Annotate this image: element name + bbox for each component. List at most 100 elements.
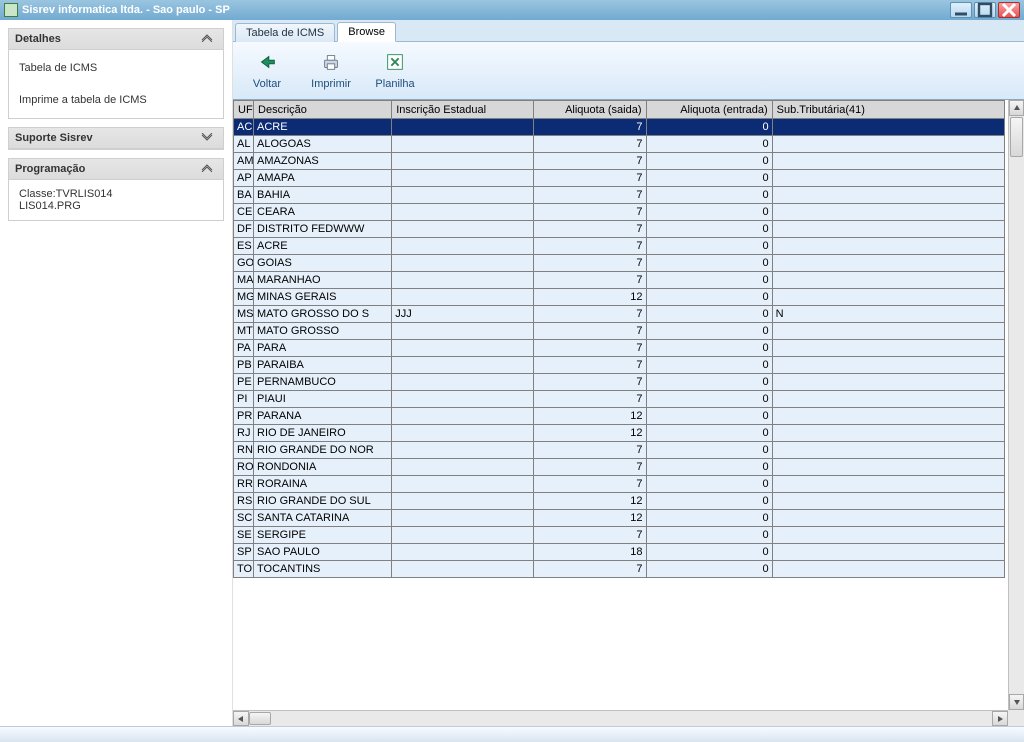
cell-desc[interactable]: SERGIPE (254, 527, 392, 544)
cell-sub[interactable] (772, 187, 1004, 204)
cell-insc[interactable] (392, 510, 534, 527)
cell-aliqs[interactable]: 7 (534, 527, 646, 544)
cell-uf[interactable]: PB (234, 357, 254, 374)
cell-desc[interactable]: ACRE (254, 238, 392, 255)
cell-uf[interactable]: PA (234, 340, 254, 357)
cell-insc[interactable] (392, 357, 534, 374)
cell-aliqe[interactable]: 0 (646, 459, 772, 476)
table-row[interactable]: CECEARA70 (234, 204, 1005, 221)
table-row[interactable]: TOTOCANTINS70 (234, 561, 1005, 578)
cell-desc[interactable]: PIAUI (254, 391, 392, 408)
scrollbar-thumb[interactable] (1010, 117, 1023, 157)
cell-sub[interactable] (772, 459, 1004, 476)
cell-aliqs[interactable]: 7 (534, 255, 646, 272)
cell-insc[interactable] (392, 544, 534, 561)
cell-aliqe[interactable]: 0 (646, 408, 772, 425)
table-row[interactable]: AMAMAZONAS70 (234, 153, 1005, 170)
cell-insc[interactable] (392, 170, 534, 187)
cell-aliqe[interactable]: 0 (646, 442, 772, 459)
cell-uf[interactable]: MT (234, 323, 254, 340)
horizontal-scrollbar[interactable] (233, 710, 1008, 726)
cell-desc[interactable]: RIO GRANDE DO NOR (254, 442, 392, 459)
detalhes-item-tabela[interactable]: Tabela de ICMS (19, 58, 213, 78)
cell-desc[interactable]: PARA (254, 340, 392, 357)
header-inscricao[interactable]: Inscrição Estadual (392, 101, 534, 119)
cell-aliqe[interactable]: 0 (646, 357, 772, 374)
cell-aliqs[interactable]: 12 (534, 289, 646, 306)
cell-aliqe[interactable]: 0 (646, 391, 772, 408)
cell-aliqe[interactable]: 0 (646, 510, 772, 527)
detalhes-header[interactable]: Detalhes (9, 29, 223, 50)
cell-insc[interactable] (392, 476, 534, 493)
cell-insc[interactable] (392, 561, 534, 578)
cell-uf[interactable]: ES (234, 238, 254, 255)
cell-sub[interactable] (772, 153, 1004, 170)
table-row[interactable]: ACACRE70 (234, 119, 1005, 136)
hscroll-thumb[interactable] (249, 712, 271, 725)
cell-sub[interactable] (772, 204, 1004, 221)
cell-insc[interactable] (392, 255, 534, 272)
cell-uf[interactable]: AM (234, 153, 254, 170)
cell-sub[interactable] (772, 493, 1004, 510)
cell-aliqe[interactable]: 0 (646, 425, 772, 442)
scroll-up-button[interactable] (1009, 100, 1024, 116)
cell-aliqs[interactable]: 7 (534, 442, 646, 459)
scroll-right-button[interactable] (992, 711, 1008, 726)
cell-sub[interactable] (772, 510, 1004, 527)
table-row[interactable]: PIPIAUI 70 (234, 391, 1005, 408)
cell-uf[interactable]: AP (234, 170, 254, 187)
table-row[interactable]: RSRIO GRANDE DO SUL120 (234, 493, 1005, 510)
cell-sub[interactable] (772, 527, 1004, 544)
scroll-left-button[interactable] (233, 711, 249, 726)
cell-uf[interactable]: PI (234, 391, 254, 408)
header-uf[interactable]: UF (234, 101, 254, 119)
table-row[interactable]: PRPARANA120 (234, 408, 1005, 425)
cell-insc[interactable] (392, 340, 534, 357)
cell-sub[interactable] (772, 391, 1004, 408)
cell-aliqs[interactable]: 7 (534, 357, 646, 374)
header-sub-tributaria[interactable]: Sub.Tributária(41) (772, 101, 1004, 119)
cell-desc[interactable]: MATO GROSSO DO S (254, 306, 392, 323)
cell-uf[interactable]: RR (234, 476, 254, 493)
cell-aliqs[interactable]: 7 (534, 561, 646, 578)
cell-aliqe[interactable]: 0 (646, 170, 772, 187)
cell-aliqe[interactable]: 0 (646, 204, 772, 221)
table-row[interactable]: MTMATO GROSSO70 (234, 323, 1005, 340)
cell-aliqs[interactable]: 7 (534, 476, 646, 493)
cell-desc[interactable]: PARAIBA (254, 357, 392, 374)
cell-insc[interactable] (392, 204, 534, 221)
cell-desc[interactable]: PARANA (254, 408, 392, 425)
cell-aliqe[interactable]: 0 (646, 476, 772, 493)
cell-sub[interactable] (772, 476, 1004, 493)
cell-uf[interactable]: AC (234, 119, 254, 136)
cell-desc[interactable]: RIO DE JANEIRO (254, 425, 392, 442)
cell-uf[interactable]: MG (234, 289, 254, 306)
table-row[interactable]: SCSANTA CATARINA120 (234, 510, 1005, 527)
cell-desc[interactable]: BAHIA (254, 187, 392, 204)
suporte-header[interactable]: Suporte Sisrev (9, 128, 223, 149)
cell-aliqs[interactable]: 7 (534, 323, 646, 340)
hscroll-track[interactable] (249, 711, 992, 726)
table-row[interactable]: RNRIO GRANDE DO NOR70 (234, 442, 1005, 459)
close-button[interactable] (998, 2, 1020, 18)
table-row[interactable]: RRRORAINA70 (234, 476, 1005, 493)
cell-aliqs[interactable]: 7 (534, 153, 646, 170)
table-row[interactable]: SESERGIPE70 (234, 527, 1005, 544)
cell-insc[interactable]: JJJ (392, 306, 534, 323)
cell-sub[interactable] (772, 289, 1004, 306)
cell-insc[interactable] (392, 289, 534, 306)
cell-aliqs[interactable]: 7 (534, 391, 646, 408)
cell-aliqs[interactable]: 12 (534, 510, 646, 527)
cell-insc[interactable] (392, 153, 534, 170)
cell-desc[interactable]: SAO PAULO (254, 544, 392, 561)
cell-insc[interactable] (392, 221, 534, 238)
cell-insc[interactable] (392, 527, 534, 544)
tab-tabela-icms[interactable]: Tabela de ICMS (235, 23, 335, 42)
cell-aliqs[interactable]: 7 (534, 170, 646, 187)
cell-insc[interactable] (392, 459, 534, 476)
cell-aliqs[interactable]: 7 (534, 136, 646, 153)
cell-aliqe[interactable]: 0 (646, 544, 772, 561)
maximize-button[interactable] (974, 2, 996, 18)
table-row[interactable]: MSMATO GROSSO DO SJJJ70N (234, 306, 1005, 323)
cell-desc[interactable]: AMAPA (254, 170, 392, 187)
